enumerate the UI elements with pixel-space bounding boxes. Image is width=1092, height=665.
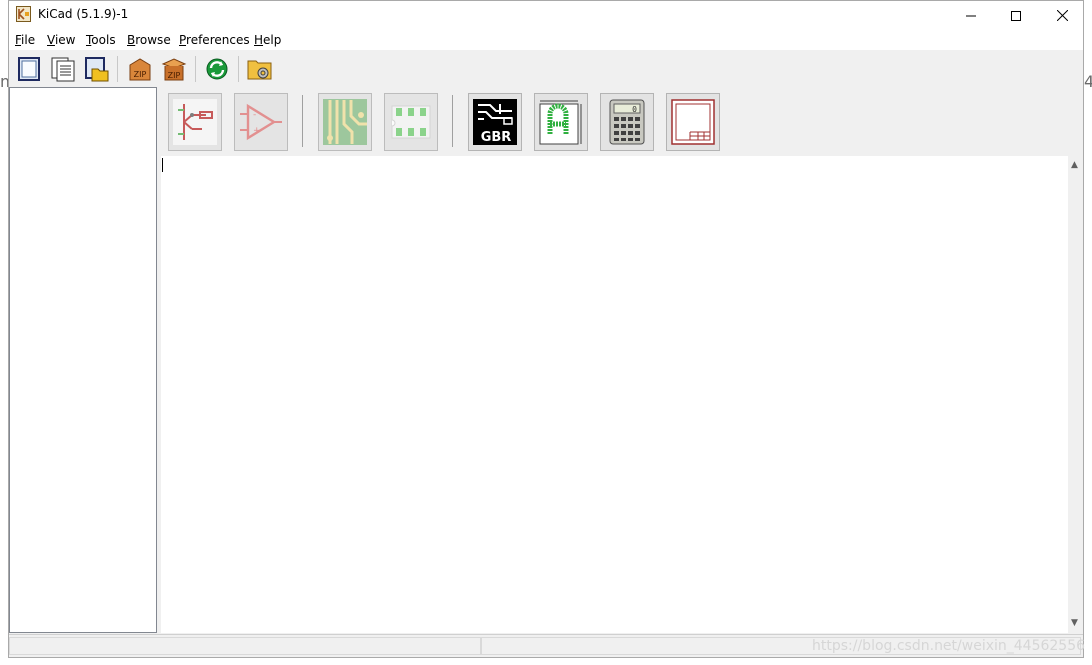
open-project-button[interactable]: [84, 56, 110, 82]
main-toolbar: ZIP ZIP: [9, 52, 1083, 86]
menu-browse-mnemonic: B: [127, 33, 136, 47]
page-layout-icon: [671, 99, 715, 145]
svg-text:ZIP: ZIP: [168, 71, 181, 80]
menu-preferences-mnemonic: P: [179, 33, 187, 47]
gerber-label: GBR: [481, 130, 512, 145]
background-edge-right-text: 4: [1084, 72, 1092, 91]
status-field-1: [9, 637, 481, 655]
menu-browse-label: rowse: [135, 33, 171, 47]
refresh-icon: [206, 58, 228, 80]
new-project-icon: [18, 57, 40, 81]
toolbar-separator: [238, 56, 239, 82]
footprint-editor-icon: [391, 105, 431, 139]
calculator-icon: 0: [609, 99, 645, 145]
message-output-area[interactable]: [161, 156, 1068, 633]
project-tree-panel[interactable]: [9, 87, 157, 633]
schematic-editor-icon: [173, 99, 217, 145]
open-folder-icon: [85, 57, 109, 82]
kicad-app-icon: [16, 6, 31, 22]
menu-view-label: iew: [54, 33, 76, 47]
toolbar-separator: [195, 56, 196, 82]
calculator-display: 0: [632, 105, 637, 114]
menu-tools-label: ools: [91, 33, 116, 47]
open-project-directory-button[interactable]: [247, 56, 273, 82]
template-icon: [51, 57, 75, 82]
menu-file[interactable]: File: [15, 33, 35, 47]
archive-project-button[interactable]: ZIP: [127, 56, 153, 82]
maximize-icon: [1011, 10, 1021, 21]
scroll-up-arrow-icon[interactable]: ▲: [1071, 160, 1078, 170]
toolbar-separator: [117, 56, 118, 82]
menu-file-label: ile: [21, 33, 36, 47]
minimize-icon: [966, 15, 976, 16]
scroll-down-arrow-icon[interactable]: ▼: [1071, 618, 1078, 628]
zip-unarchive-icon: ZIP: [161, 58, 187, 81]
footprint-editor-button[interactable]: [384, 93, 438, 151]
menu-view[interactable]: View: [47, 33, 75, 47]
symbol-editor-icon: - +: [240, 103, 282, 141]
menu-help[interactable]: Help: [254, 33, 281, 47]
pcb-editor-icon: [323, 99, 367, 145]
minimize-button[interactable]: [948, 1, 994, 30]
close-icon: [1056, 10, 1068, 21]
text-caret: [162, 158, 163, 172]
title-bar: KiCad (5.1.9)-1: [9, 1, 1083, 30]
menu-view-mnemonic: V: [47, 33, 55, 47]
launcher-separator: [452, 95, 453, 147]
launcher-separator: [302, 95, 303, 147]
menu-browse[interactable]: Browse: [127, 33, 171, 47]
svg-text:+: +: [253, 126, 261, 136]
window-title: KiCad (5.1.9)-1: [38, 7, 129, 21]
svg-text:ZIP: ZIP: [134, 70, 147, 79]
new-from-template-button[interactable]: [50, 56, 76, 82]
bitmap-converter-icon: [539, 100, 582, 145]
maximize-button[interactable]: [993, 1, 1039, 30]
refresh-button[interactable]: [204, 56, 230, 82]
menu-tools[interactable]: Tools: [86, 33, 116, 47]
new-project-button[interactable]: [16, 56, 42, 82]
zip-archive-icon: ZIP: [129, 58, 151, 81]
menu-bar: File View Tools Browse Preferences Help: [9, 30, 1083, 50]
calculator-button[interactable]: 0: [600, 93, 654, 151]
menu-preferences[interactable]: Preferences: [179, 33, 250, 47]
gerber-viewer-button[interactable]: GBR: [468, 93, 522, 151]
unarchive-project-button[interactable]: ZIP: [161, 56, 187, 82]
launcher-bar: - + GBR 0: [161, 87, 1082, 156]
symbol-editor-button[interactable]: - +: [234, 93, 288, 151]
watermark-text: https://blog.csdn.net/weixin_44562556: [812, 638, 1086, 654]
schematic-editor-button[interactable]: [168, 93, 222, 151]
folder-settings-icon: [247, 60, 272, 80]
menu-preferences-label: references: [186, 33, 250, 47]
menu-help-label: elp: [263, 33, 282, 47]
bitmap-converter-button[interactable]: [534, 93, 588, 151]
close-button[interactable]: [1039, 1, 1085, 30]
gerber-viewer-icon: GBR: [473, 99, 517, 145]
svg-text:-: -: [253, 110, 256, 120]
page-layout-editor-button[interactable]: [666, 93, 720, 151]
menu-help-mnemonic: H: [254, 33, 264, 47]
pcb-editor-button[interactable]: [318, 93, 372, 151]
vertical-scrollbar[interactable]: ▲ ▼: [1068, 156, 1083, 633]
